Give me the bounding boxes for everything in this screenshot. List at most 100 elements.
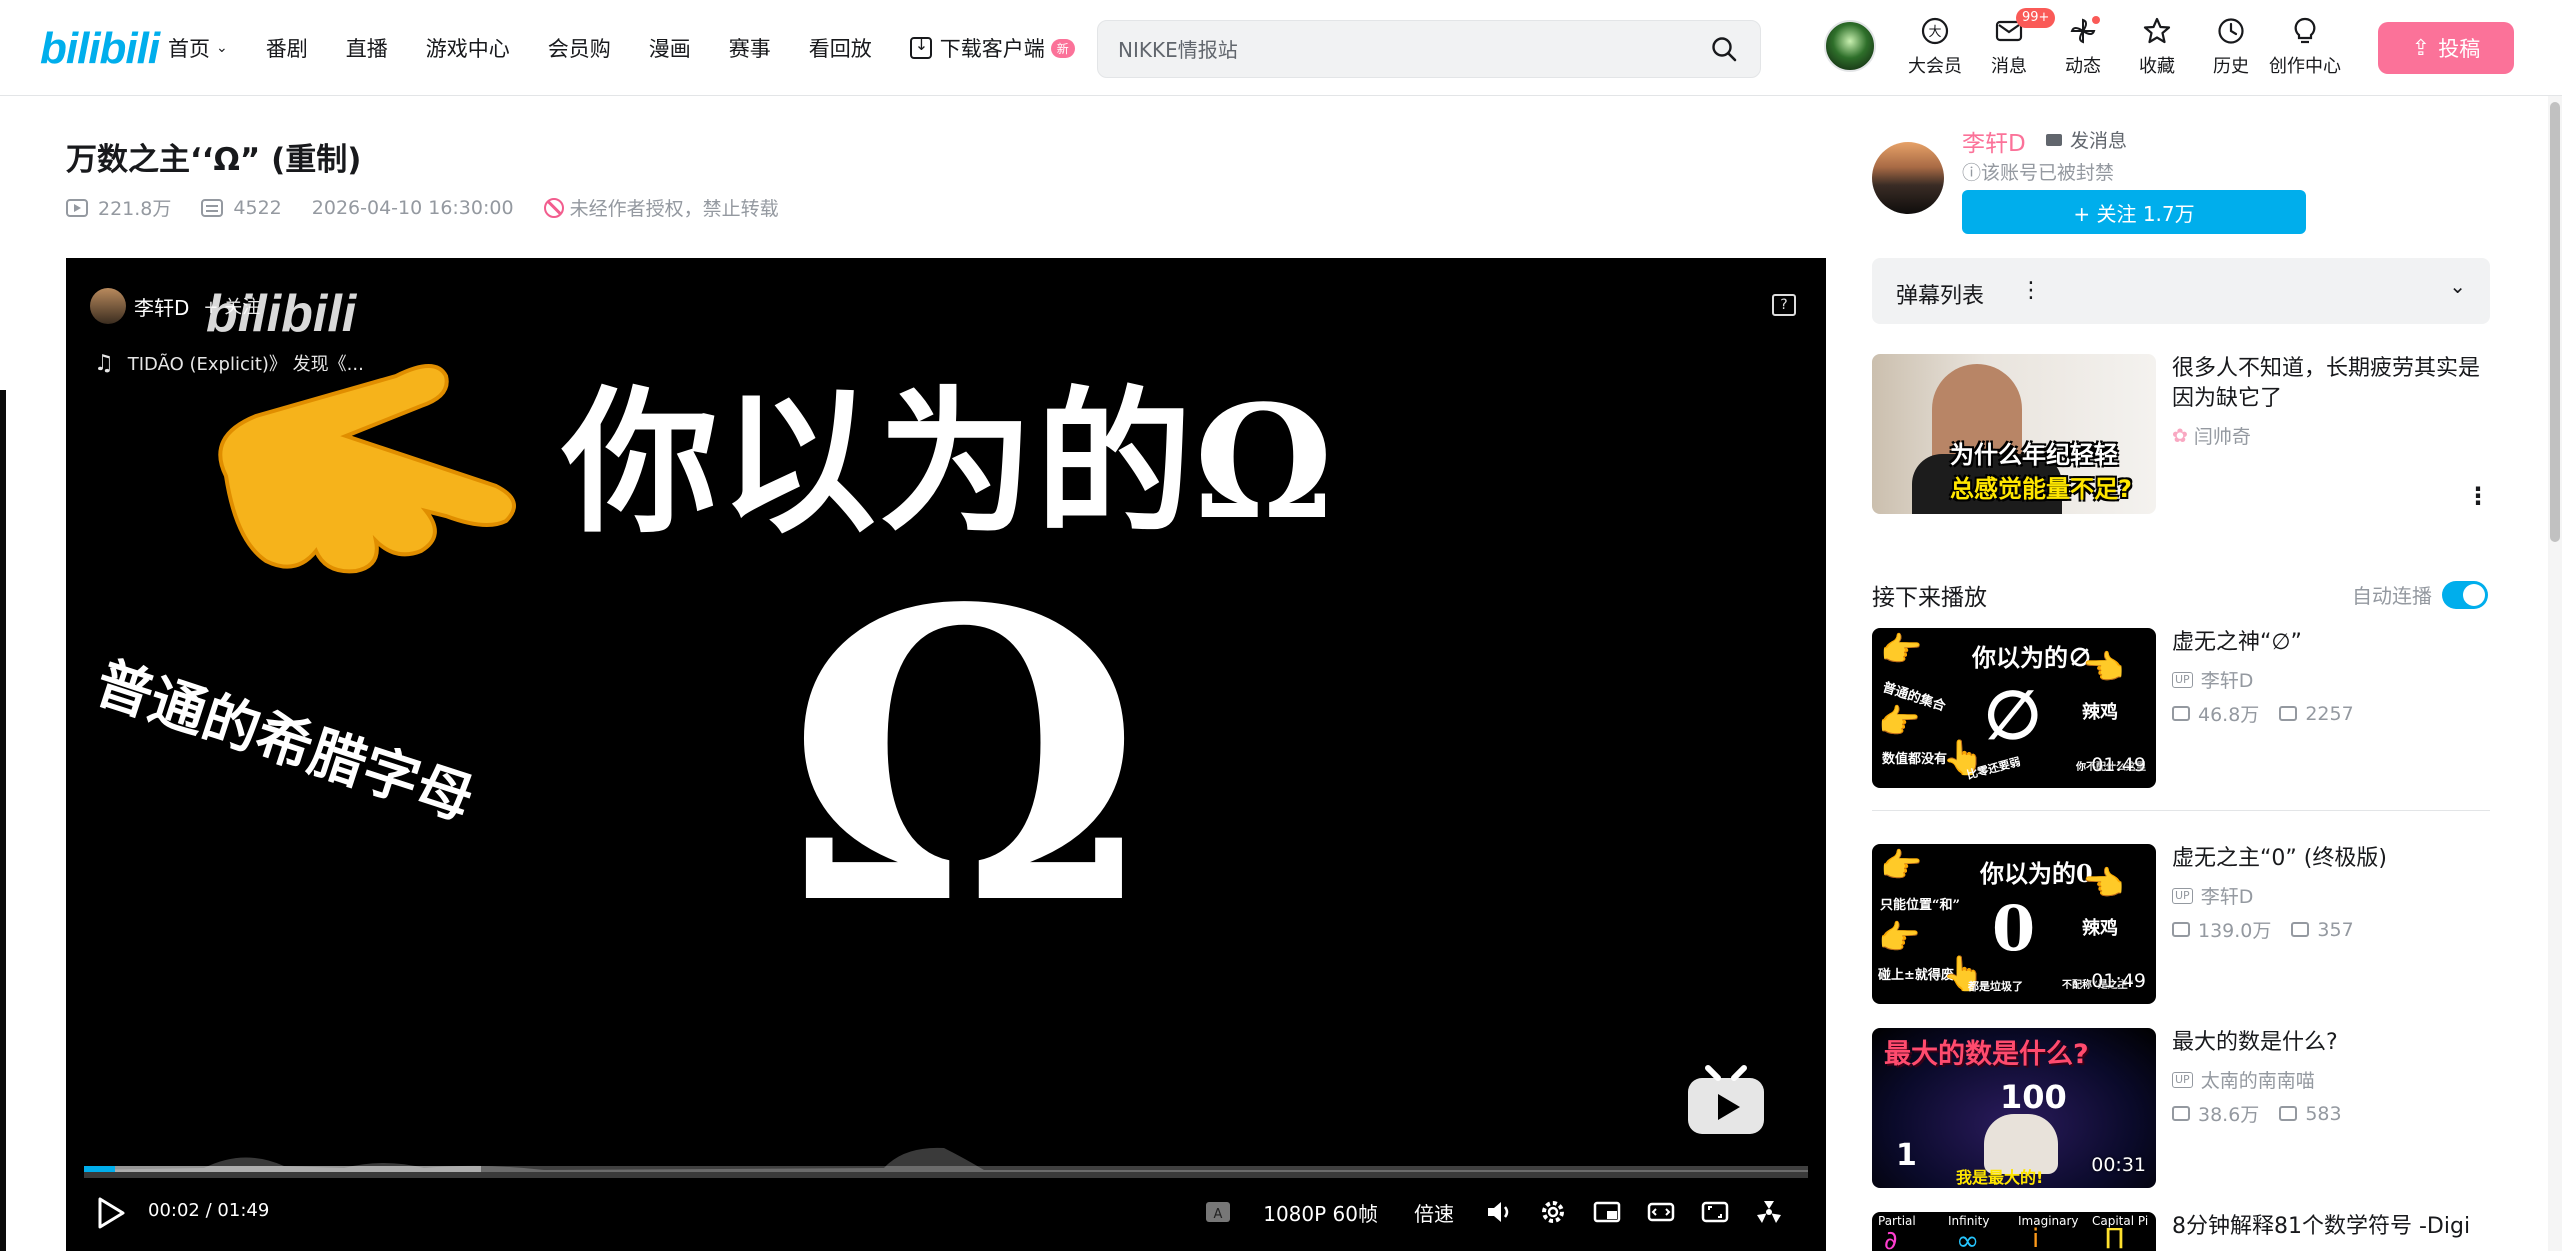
nav-download-client[interactable]: 下载客户端 新 xyxy=(909,33,1075,63)
nav-home[interactable]: 首页 ⌄ xyxy=(168,33,228,63)
help-icon[interactable]: ? xyxy=(1772,294,1796,316)
page-scrollbar[interactable] xyxy=(2548,96,2562,1251)
rec3-thumb-number: 100 xyxy=(2000,1078,2067,1116)
progress-bar[interactable] xyxy=(84,1166,1808,1172)
ad-more-icon[interactable]: ⋮ xyxy=(2466,482,2490,510)
search-icon[interactable] xyxy=(1710,35,1738,63)
ad-sparkle-icon: ✿ xyxy=(2172,424,2188,447)
rec3-views: 38.6万 xyxy=(2198,1104,2260,1126)
uploader-name[interactable]: 李轩D xyxy=(1962,124,2026,158)
creator-center-button[interactable]: 创作中心 xyxy=(2268,16,2342,78)
rec3-thumb-sub: 我是最大的! xyxy=(1956,1168,2044,1187)
scrollbar-thumb[interactable] xyxy=(2550,102,2560,542)
follow-button[interactable]: + 关注 1.7万 xyxy=(1962,190,2306,234)
rec2-uploader[interactable]: UP 李轩D xyxy=(2172,882,2253,909)
rec3-uploader-name: 太南的南南喵 xyxy=(2200,1070,2315,1092)
play-icon[interactable] xyxy=(96,1196,126,1230)
rec1-views: 46.8万 xyxy=(2198,704,2260,726)
dynamics-button[interactable]: 动态 xyxy=(2046,16,2120,78)
progress-buffered xyxy=(84,1166,481,1172)
rec2-uploader-name: 李轩D xyxy=(2200,886,2254,908)
rec3-danmaku: 583 xyxy=(2305,1102,2342,1125)
account-banned-notice: ⓘ该账号已被封禁 xyxy=(1962,162,2115,184)
danmaku-icon xyxy=(2279,706,2298,721)
nav-anime[interactable]: 番剧 xyxy=(266,33,308,63)
nav-game-center[interactable]: 游戏中心 xyxy=(426,33,510,63)
creator-center-label: 创作中心 xyxy=(2269,56,2341,77)
more-vertical-icon[interactable]: ⋮ xyxy=(2020,278,2042,303)
web-fullscreen-button[interactable] xyxy=(1688,1192,1742,1232)
time-total: 01:49 xyxy=(217,1200,270,1221)
rec3-duration: 00:31 xyxy=(2091,1154,2146,1176)
quality-button[interactable]: 1080P 60帧 xyxy=(1245,1198,1396,1227)
main-nav: 首页 ⌄ 番剧 直播 游戏中心 会员购 漫画 赛事 看回放 下载客户端 新 xyxy=(168,0,1113,96)
rec3-uploader[interactable]: UP 太南的南南喵 xyxy=(2172,1066,2315,1093)
rec3-stats: 38.6万 583 xyxy=(2172,1100,2342,1127)
danmaku-count: 4522 xyxy=(201,197,282,219)
subtitle-button[interactable]: A xyxy=(1191,1192,1245,1232)
upload-button[interactable]: ⇪ 投稿 xyxy=(2378,22,2514,74)
lightbulb-icon xyxy=(2294,17,2316,44)
frame-side-text: 普通的希腊字母 xyxy=(87,649,482,834)
hand-emoji-icon: 👉 xyxy=(1880,630,1923,670)
history-label: 历史 xyxy=(2213,56,2249,77)
uploader-avatar[interactable] xyxy=(1872,142,1944,214)
rec-card-1[interactable]: 👉 你以为的∅ 👈 普通的集合 ∅ 辣鸡 👉 数值都没有 👆 比零还要弱 你不配… xyxy=(1872,628,2490,788)
rec-thumbnail-2[interactable]: 👉 你以为的0 👈 只能位置“和” 0 辣鸡 👉 碰上±就得废 👆 都是垃圾了 … xyxy=(1872,844,2156,1004)
rec1-duration: 01:49 xyxy=(2091,754,2146,776)
play-count-icon xyxy=(2172,1106,2190,1121)
rec1-thumb-glyph: ∅ xyxy=(1984,676,2042,754)
rec-card-3[interactable]: 最大的数是什么? 100 1 我是最大的! 00:31 最大的数是什么? UP … xyxy=(1872,1028,2490,1188)
nav-replay[interactable]: 看回放 xyxy=(809,33,872,63)
rec-card-4[interactable]: Partial Infinity Imaginary Capital Pi ∂ … xyxy=(1872,1212,2490,1251)
rec1-thumb-note-c: 数值都没有 xyxy=(1882,752,1948,767)
speed-button[interactable]: 倍速 xyxy=(1396,1198,1472,1227)
vip-label: 大会员 xyxy=(1908,56,1962,77)
widescreen-button[interactable] xyxy=(1634,1192,1688,1232)
play-count-icon xyxy=(66,198,88,217)
nav-live[interactable]: 直播 xyxy=(346,33,388,63)
fullscreen-button[interactable] xyxy=(1742,1192,1796,1232)
ad-thumbnail[interactable]: 为什么年纪轻轻 总感觉能量不足? xyxy=(1872,354,2156,514)
rec2-title[interactable]: 虚无之主“0” (终极版) xyxy=(2172,844,2490,874)
pip-button[interactable] xyxy=(1580,1192,1634,1232)
nav-manga[interactable]: 漫画 xyxy=(649,33,691,63)
danmaku-list-panel[interactable]: 弹幕列表 ⋮ ⌄ xyxy=(1872,258,2490,324)
pi-symbol-icon: Π xyxy=(2104,1222,2126,1251)
autoplay-toggle[interactable] xyxy=(2442,580,2488,609)
rec-card-2[interactable]: 👉 你以为的0 👈 只能位置“和” 0 辣鸡 👉 碰上±就得废 👆 都是垃圾了 … xyxy=(1872,844,2490,1004)
rec1-title[interactable]: 虚无之神“∅” xyxy=(2172,628,2490,658)
overlay-avatar[interactable] xyxy=(90,288,126,324)
rec-thumbnail-1[interactable]: 👉 你以为的∅ 👈 普通的集合 ∅ 辣鸡 👉 数值都没有 👆 比零还要弱 你不配… xyxy=(1872,628,2156,788)
nav-mall[interactable]: 会员购 xyxy=(548,33,611,63)
subtitle-icon: A xyxy=(1206,1202,1231,1222)
up-badge-icon: UP xyxy=(2172,887,2193,904)
ad-card[interactable]: 为什么年纪轻轻 总感觉能量不足? 很多人不知道，长期疲劳其实是因为缺它了 ✿ 闫… xyxy=(1872,354,2490,514)
infinity-symbol-icon: ∞ xyxy=(1956,1224,1980,1251)
rec2-thumb-note-d: 都是垃圾了 xyxy=(1968,980,2023,993)
nav-esports[interactable]: 赛事 xyxy=(729,33,771,63)
favorites-button[interactable]: 收藏 xyxy=(2120,16,2194,78)
history-button[interactable]: 历史 xyxy=(2194,16,2268,78)
view-count: 221.8万 xyxy=(66,194,171,221)
rec-thumbnail-4[interactable]: Partial Infinity Imaginary Capital Pi ∂ … xyxy=(1872,1212,2156,1251)
ad-author[interactable]: ✿ 闫帅奇 xyxy=(2172,422,2251,449)
upload-label: 投稿 xyxy=(2438,37,2481,61)
rec3-thumb-main: 最大的数是什么? xyxy=(1884,1039,2089,1070)
rec-thumbnail-3[interactable]: 最大的数是什么? 100 1 我是最大的! 00:31 xyxy=(1872,1028,2156,1188)
chevron-down-icon[interactable]: ⌄ xyxy=(2449,274,2466,298)
video-player[interactable]: 李轩D + 关注 bilibili ♫ TIDÃO (Explicit)》 发现… xyxy=(66,258,1826,1251)
messages-button[interactable]: 99+ 消息 xyxy=(1972,8,2056,78)
search-input[interactable] xyxy=(1118,35,1678,65)
rec1-uploader[interactable]: UP 李轩D xyxy=(2172,666,2253,693)
volume-button[interactable] xyxy=(1472,1192,1526,1232)
vip-button[interactable]: 大 大会员 xyxy=(1898,16,1972,78)
send-message-button[interactable]: 发消息 xyxy=(2046,126,2127,153)
rec3-title[interactable]: 最大的数是什么? xyxy=(2172,1028,2490,1058)
settings-button[interactable] xyxy=(1526,1192,1580,1232)
rec4-title[interactable]: 8分钟解释81个数学符号 -Digi xyxy=(2172,1212,2490,1242)
ad-title[interactable]: 很多人不知道，长期疲劳其实是因为缺它了 xyxy=(2172,354,2490,414)
bilibili-logo[interactable]: bilibili xyxy=(40,24,160,74)
user-avatar[interactable] xyxy=(1824,20,1876,72)
video-title: 万数之主‘‘Ω” (重制) xyxy=(66,142,362,178)
